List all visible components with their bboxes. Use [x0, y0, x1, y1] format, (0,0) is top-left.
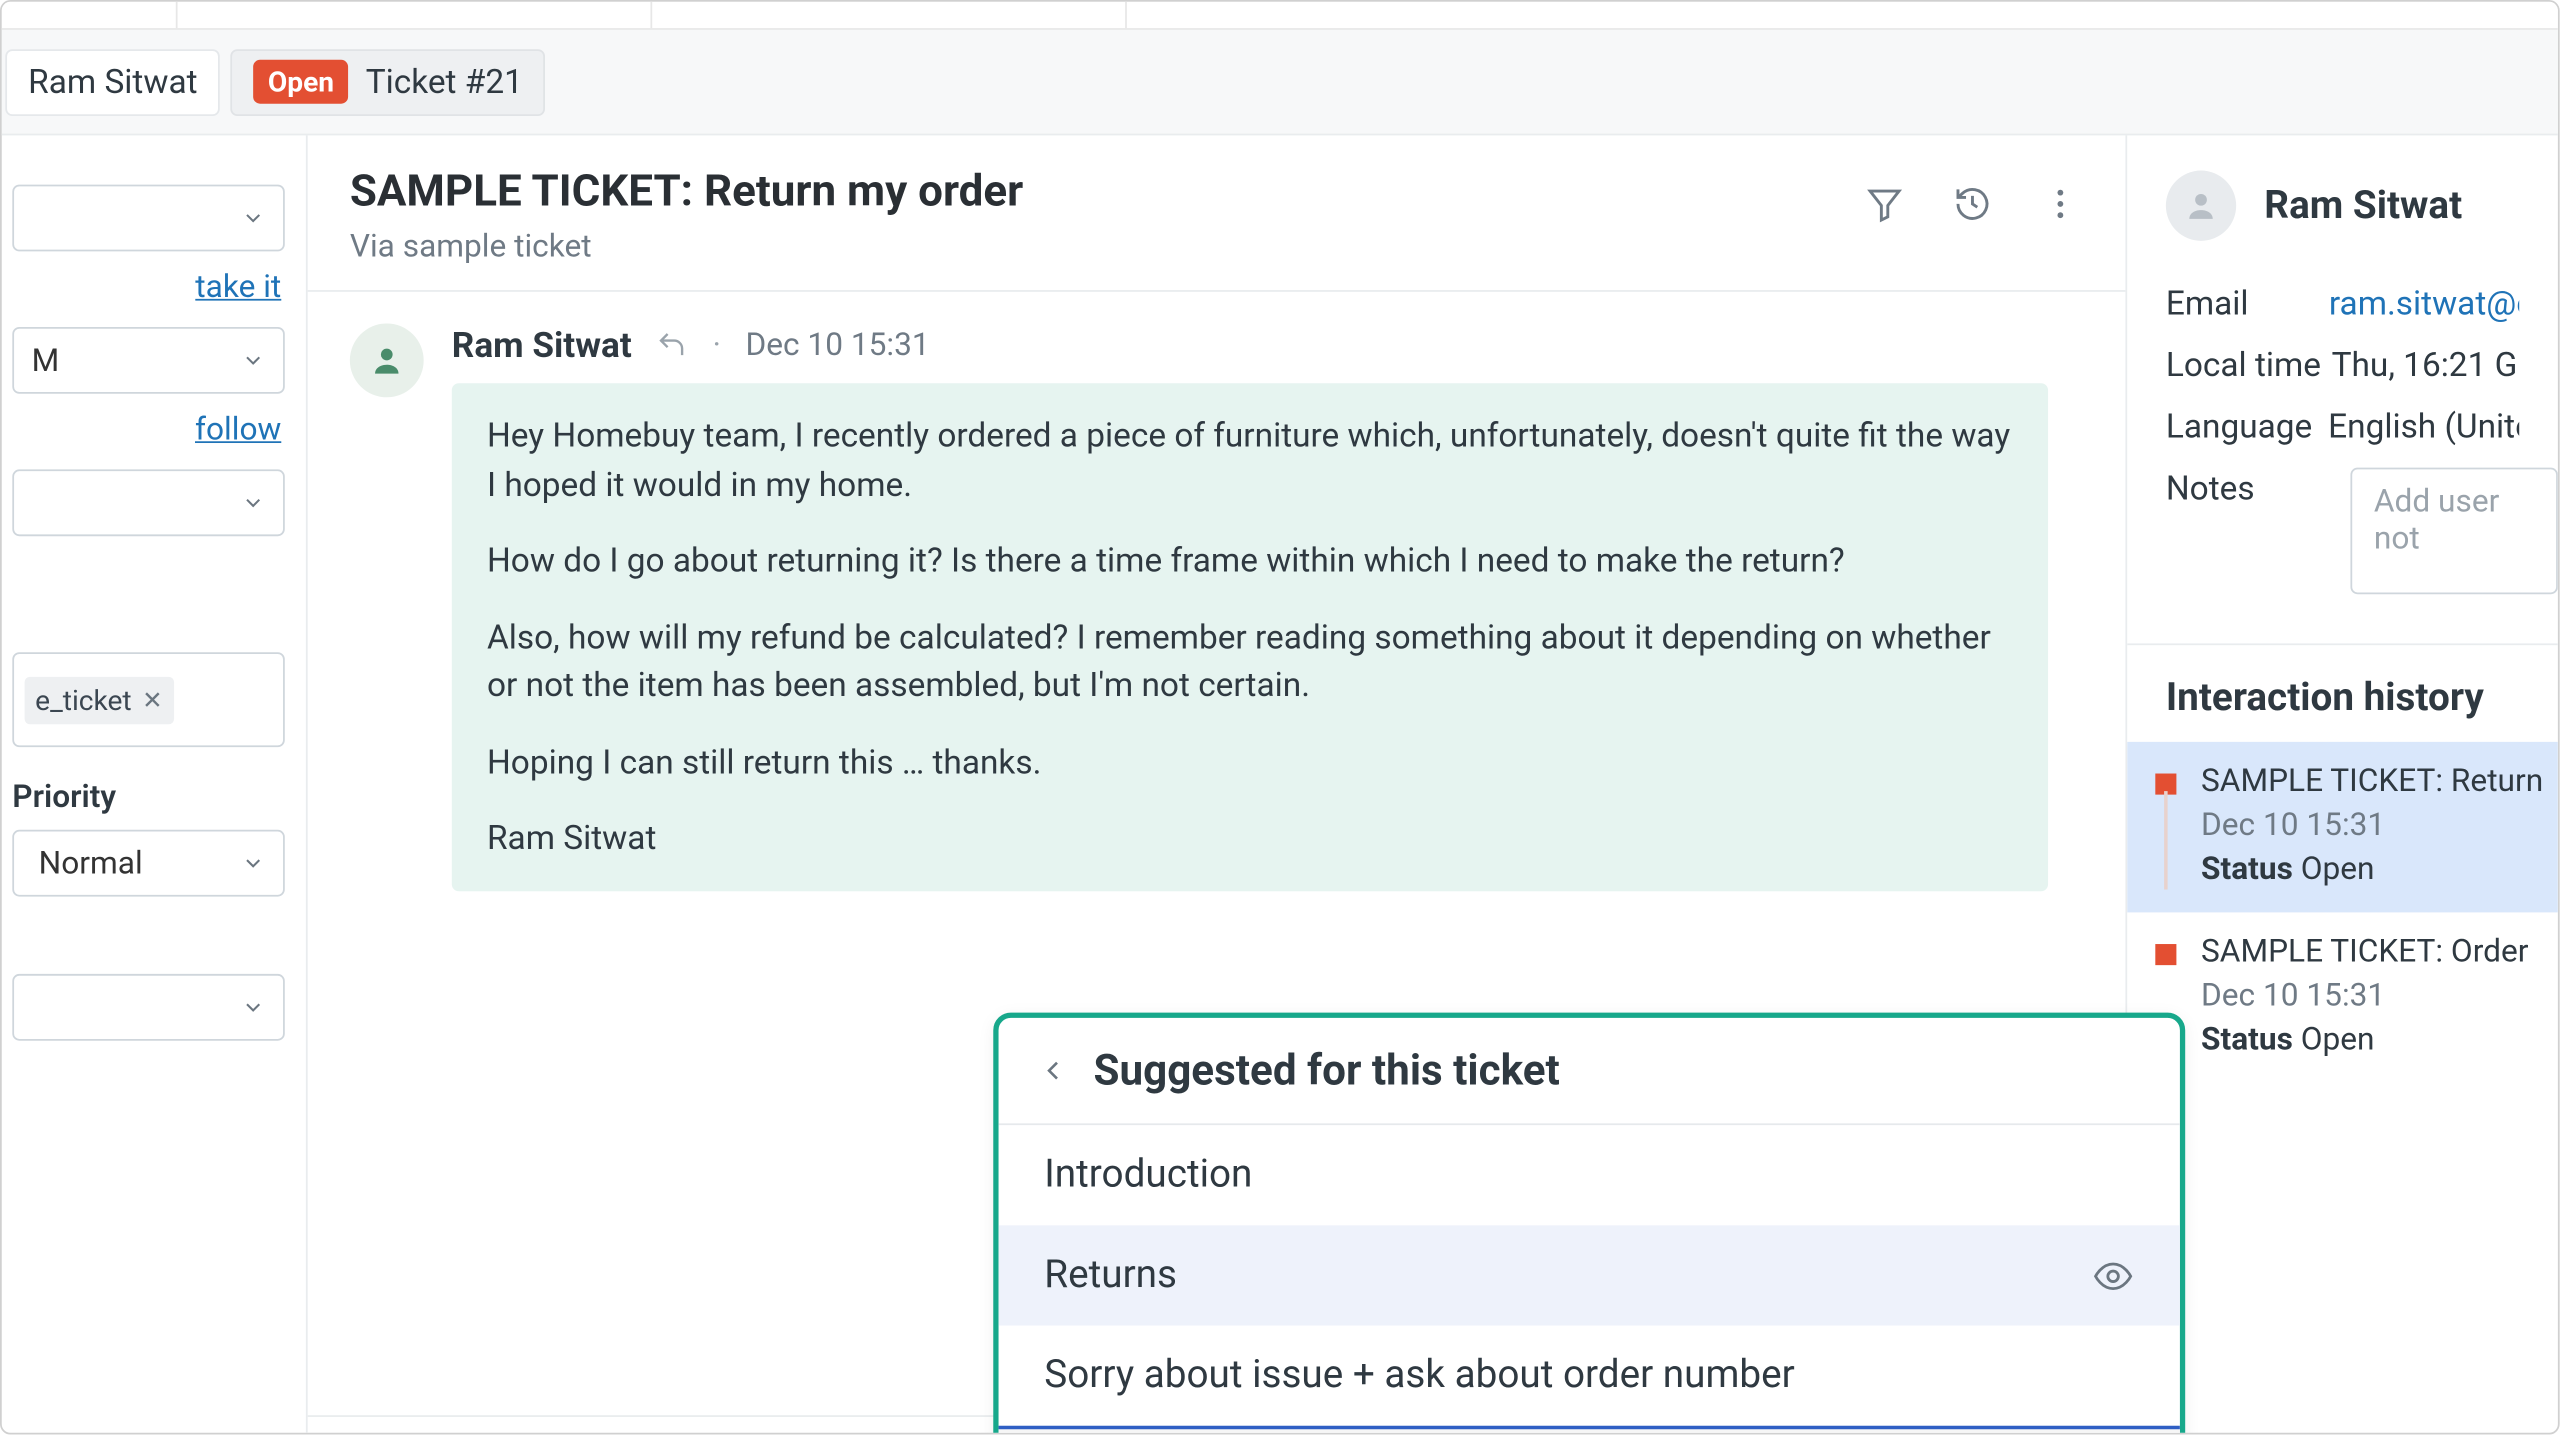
email-value[interactable]: ram.sitwat@ex — [2329, 283, 2519, 323]
filter-icon[interactable] — [1862, 181, 1908, 227]
requester-chip[interactable]: Ram Sitwat — [5, 48, 220, 115]
customer-context-panel: Ram Sitwat Email ram.sitwat@ex Local tim… — [2125, 135, 2557, 1432]
history-item[interactable]: SAMPLE TICKET: Return Dec 10 15:31 Statu… — [2127, 742, 2558, 913]
ticket-title: SAMPLE TICKET: Return my order — [350, 167, 1023, 218]
history-status-value: Open — [2301, 851, 2375, 888]
suggestion-label: Introduction — [1044, 1153, 1252, 1197]
message-paragraph: Also, how will my refund be calculated? … — [487, 613, 2013, 710]
follow-link[interactable]: follow — [12, 411, 281, 448]
ticket-via: Via sample ticket — [350, 229, 1023, 266]
tag-label: e_ticket — [35, 684, 131, 717]
history-subject: SAMPLE TICKET: Order — [2201, 933, 2528, 970]
tab[interactable] — [2, 2, 178, 28]
tab[interactable] — [178, 2, 653, 28]
localtime-value: Thu, 16:21 GM — [2332, 345, 2520, 385]
take-it-link[interactable]: take it — [12, 269, 281, 306]
history-item[interactable]: SAMPLE TICKET: Order Dec 10 15:31 Status… — [2127, 912, 2558, 1083]
customer-avatar — [2166, 171, 2236, 241]
history-time: Dec 10 15:31 — [2201, 977, 2528, 1014]
history-status-value: Open — [2301, 1021, 2375, 1058]
conversation-pane: SAMPLE TICKET: Return my order Via sampl… — [308, 135, 2126, 1432]
macro-search-input[interactable] — [999, 1426, 2180, 1435]
preview-icon[interactable] — [2092, 1254, 2134, 1296]
priority-label: Priority — [12, 779, 284, 816]
chevron-down-icon — [241, 851, 266, 876]
notes-input[interactable]: Add user not — [2351, 468, 2558, 595]
macro-suggestions-popover: Suggested for this ticket Introduction R… — [993, 1013, 2185, 1435]
status-square-icon — [2155, 944, 2176, 965]
notes-placeholder: Add user not — [2374, 483, 2499, 557]
ticket-header: SAMPLE TICKET: Return my order Via sampl… — [308, 135, 2126, 291]
localtime-label: Local time — [2166, 345, 2332, 385]
properties-sidebar: take it M follow e_ticket ✕ — [2, 135, 308, 1432]
priority-value: Normal — [32, 845, 143, 882]
ticket-chip-label: Ticket #21 — [366, 62, 523, 102]
separator-dot: · — [713, 326, 721, 363]
language-value: English (United — [2328, 406, 2519, 446]
suggestion-item[interactable]: Returns — [999, 1225, 2180, 1325]
suggestion-item[interactable]: Introduction — [999, 1125, 2180, 1225]
tab-strip — [2, 2, 2558, 30]
tags-input[interactable]: e_ticket ✕ — [12, 652, 284, 747]
history-icon[interactable] — [1950, 181, 1996, 227]
back-icon[interactable] — [1037, 1055, 1069, 1087]
notes-label: Notes — [2166, 468, 2351, 508]
avatar — [350, 323, 424, 397]
email-label: Email — [2166, 283, 2329, 323]
message-author: Ram Sitwat — [452, 323, 632, 365]
extra-select[interactable] — [12, 974, 284, 1041]
history-status-label: Status — [2201, 1021, 2293, 1058]
chevron-down-icon — [241, 206, 266, 231]
header-bar: Ram Sitwat Open Ticket #21 — [2, 30, 2558, 135]
more-icon[interactable] — [2038, 181, 2084, 227]
close-icon[interactable]: ✕ — [142, 686, 163, 714]
tag-chip[interactable]: e_ticket ✕ — [25, 677, 174, 724]
status-badge-open: Open — [254, 60, 348, 104]
ticket-chip[interactable]: Open Ticket #21 — [231, 48, 546, 115]
message-time: Dec 10 15:31 — [745, 326, 929, 363]
history-time: Dec 10 15:31 — [2201, 807, 2543, 844]
message-paragraph: How do I go about returning it? Is there… — [487, 536, 2013, 584]
customer-name: Ram Sitwat — [2264, 184, 2462, 228]
chevron-down-icon — [241, 490, 266, 515]
chevron-down-icon — [241, 995, 266, 1020]
message-paragraph: Hey Homebuy team, I recently ordered a p… — [487, 411, 2013, 508]
suggestion-label: Returns — [1044, 1253, 1177, 1297]
message-paragraph: Hoping I can still return this … thanks. — [487, 738, 2013, 786]
chevron-down-icon — [241, 348, 266, 373]
suggestion-item[interactable]: Sorry about issue + ask about order numb… — [999, 1326, 2180, 1426]
message-body: Hey Homebuy team, I recently ordered a p… — [452, 383, 2048, 891]
interaction-history-title: Interaction history — [2127, 645, 2558, 742]
priority-select[interactable]: Normal — [12, 830, 284, 897]
assignee-select[interactable]: M — [12, 327, 284, 394]
tab[interactable] — [652, 2, 1127, 28]
requester-chip-label: Ram Sitwat — [28, 62, 197, 102]
suggestions-title: Suggested for this ticket — [1093, 1046, 1559, 1095]
suggestion-label: Sorry about issue + ask about order numb… — [1044, 1354, 1794, 1398]
requester-select[interactable] — [12, 185, 284, 252]
language-label: Language — [2166, 406, 2328, 446]
message-signature: Ram Sitwat — [487, 814, 2013, 862]
history-status-label: Status — [2201, 851, 2293, 888]
history-subject: SAMPLE TICKET: Return — [2201, 763, 2543, 800]
reply-icon — [656, 329, 688, 361]
assignee-value: M — [32, 342, 60, 379]
ccs-select[interactable] — [12, 469, 284, 536]
